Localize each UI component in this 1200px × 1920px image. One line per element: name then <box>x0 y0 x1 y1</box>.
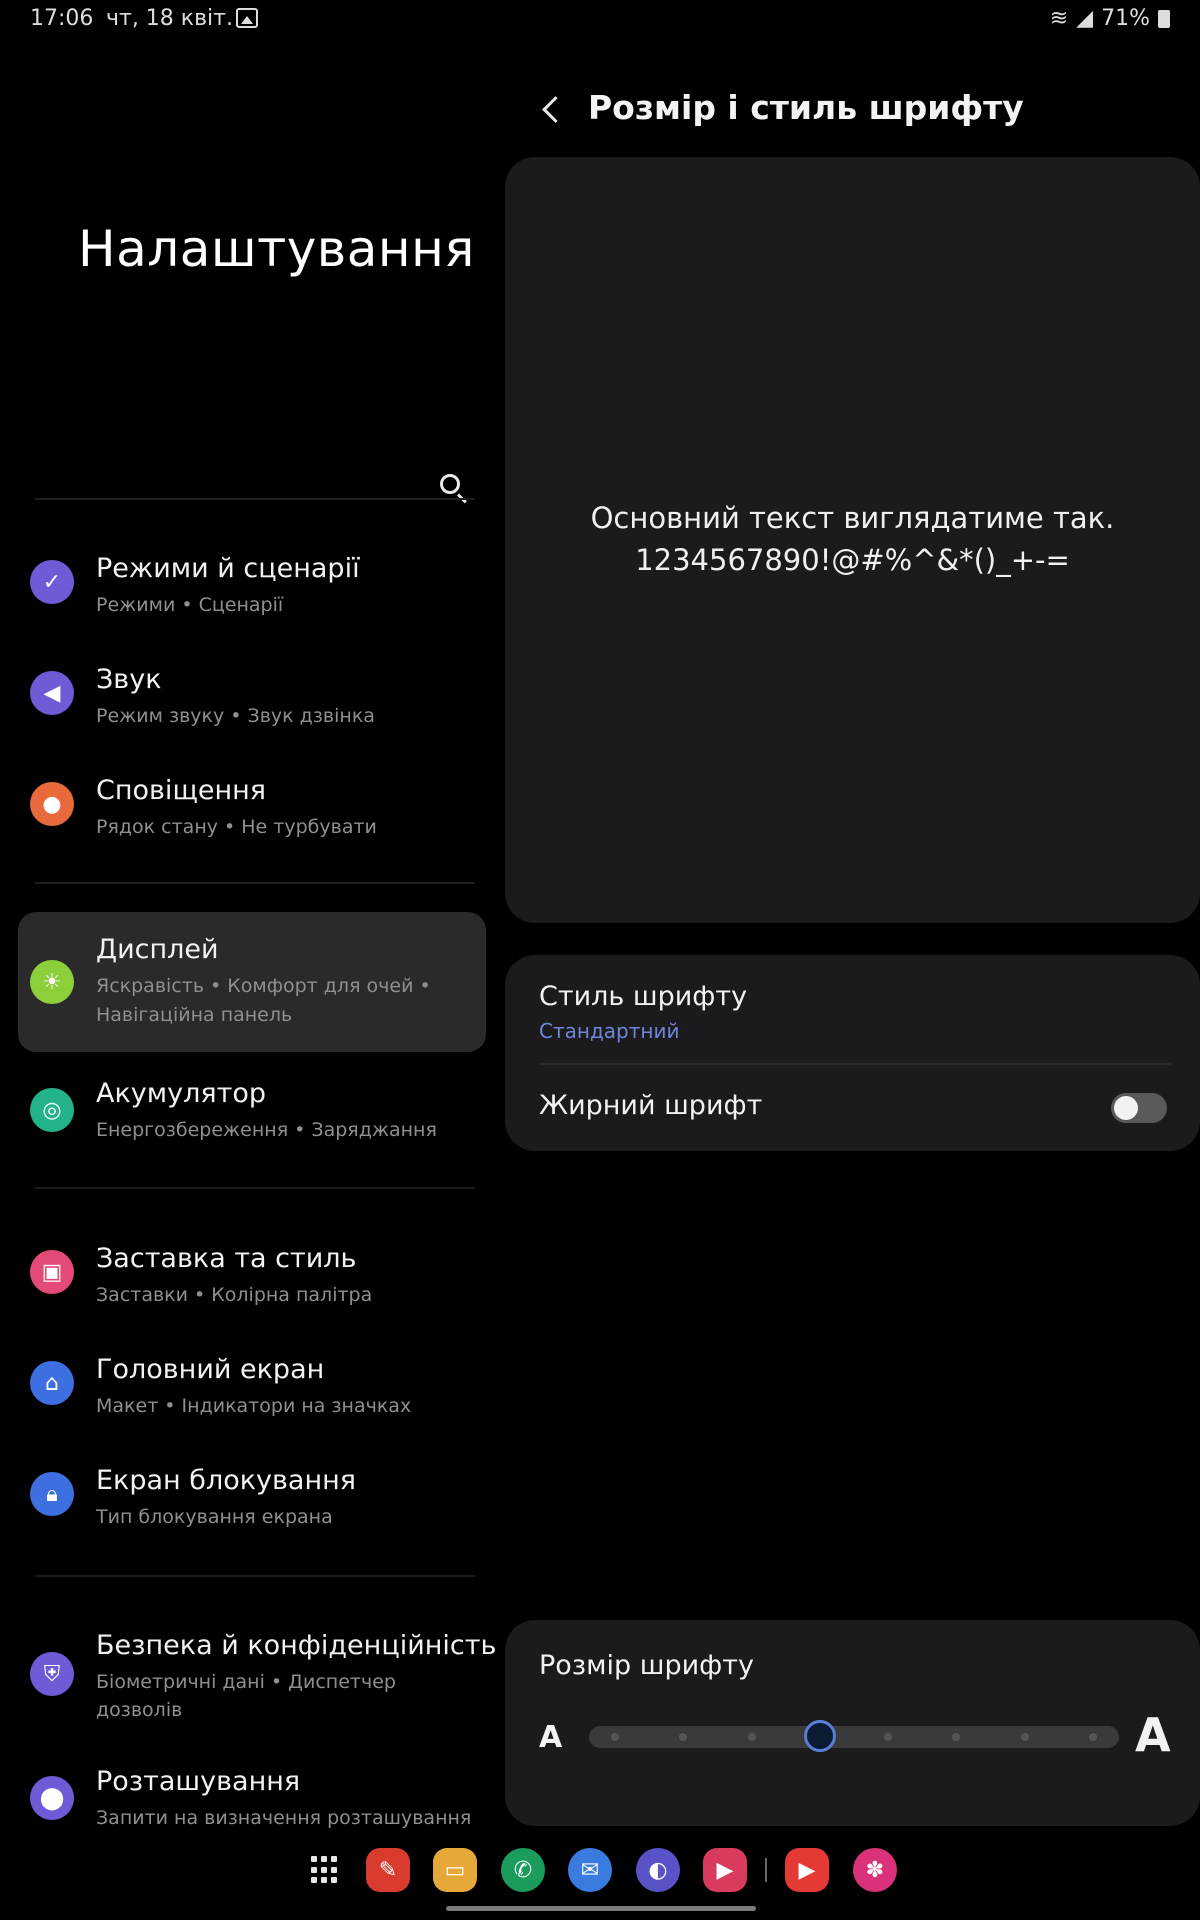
menu-item-subtitle-line2: Навігаційна панель <box>96 1004 293 1026</box>
menu-item-lock-screen[interactable]: 🔒︎ Екран блокування Тип блокування екран… <box>18 1455 486 1555</box>
menu-item-home-screen[interactable]: ⌂ Головний екран Макет • Індикатори на з… <box>18 1344 486 1444</box>
divider <box>539 1063 1171 1065</box>
notifications-icon: ● <box>30 782 74 826</box>
detail-title: Розмір і стиль шрифту <box>588 88 1024 127</box>
font-preview-text: Основний текст виглядатиме так. 12345678… <box>505 497 1200 581</box>
gallery-notification-icon <box>236 8 258 28</box>
menu-item-subtitle: Тип блокування екрана <box>96 1506 333 1528</box>
divider <box>35 1187 475 1189</box>
menu-item-modes[interactable]: ✓ Режими й сценарії Режими • Сценарії <box>18 543 486 643</box>
internet-app-icon[interactable]: ◐ <box>636 1848 680 1892</box>
battery-settings-icon: ◎ <box>30 1088 74 1132</box>
menu-item-title: Режими й сценарії <box>96 553 360 584</box>
menu-item-sound[interactable]: ◀ Звук Режим звуку • Звук дзвінка <box>18 654 486 754</box>
font-size-large-glyph[interactable]: A <box>1135 1708 1171 1762</box>
slider-thumb[interactable] <box>803 1720 836 1752</box>
sound-icon: ◀ <box>30 671 74 715</box>
menu-item-subtitle: Рядок стану • Не турбувати <box>96 816 377 838</box>
page-title: Налаштування <box>78 220 475 278</box>
divider <box>35 882 475 884</box>
battery-percent: 71% <box>1101 6 1150 31</box>
messages-app-icon[interactable]: ✉ <box>568 1848 612 1892</box>
location-icon: ⬤ <box>30 1776 74 1820</box>
menu-item-subtitle-line2: дозволів <box>96 1699 183 1721</box>
menu-item-subtitle: Енергозбереження • Заряджання <box>96 1119 437 1141</box>
bixby-app-icon[interactable]: ✽ <box>853 1848 897 1892</box>
menu-item-subtitle: Запити на визначення розташування <box>96 1807 472 1829</box>
slider-step-dot <box>1020 1733 1029 1741</box>
menu-item-display[interactable]: ☀ Дисплей Яскравість • Комфорт для очей … <box>18 912 486 1052</box>
phone-app-icon[interactable]: ✆ <box>501 1848 545 1892</box>
slider-step-dot <box>884 1733 893 1741</box>
slider-step-dot <box>679 1733 688 1741</box>
signal-icon: ◢ <box>1076 6 1094 31</box>
slider-step-dot <box>611 1733 619 1741</box>
back-button[interactable] <box>538 92 566 128</box>
status-bar: 17:06 чт, 18 квіт. ≋ ◢ 71% <box>0 0 1200 40</box>
files-app-icon[interactable]: ▭ <box>433 1848 477 1892</box>
preview-line-1: Основний текст виглядатиме так. <box>590 501 1115 535</box>
status-date: чт, 18 квіт. <box>106 6 233 31</box>
slider-step-dot <box>1089 1733 1097 1741</box>
menu-item-subtitle: Яскравість • Комфорт для очей • <box>96 975 431 997</box>
menu-item-battery[interactable]: ◎ Акумулятор Енергозбереження • Заряджан… <box>18 1068 486 1168</box>
menu-item-subtitle: Режим звуку • Звук дзвінка <box>96 705 375 727</box>
youtube-app-icon[interactable]: ▶ <box>785 1848 829 1892</box>
home-icon: ⌂ <box>30 1361 74 1405</box>
slider-step-dot <box>952 1733 961 1741</box>
preview-line-2: 1234567890!@#%^&*()_+-= <box>635 543 1070 577</box>
settings-list-pane: Налаштування ✓ Режими й сценарії Режими … <box>0 40 496 1840</box>
wallpaper-icon: ▣ <box>30 1250 74 1294</box>
shield-icon: ⛨ <box>30 1652 74 1696</box>
apps-grid-icon[interactable] <box>311 1856 339 1884</box>
menu-item-title: Розташування <box>96 1766 301 1797</box>
menu-item-subtitle: Режими • Сценарії <box>96 594 284 616</box>
status-indicators: ≋ ◢ 71% <box>1050 6 1170 31</box>
bold-font-toggle[interactable] <box>1111 1093 1167 1123</box>
font-style-card: Стиль шрифту Стандартний Жирний шрифт <box>505 955 1200 1151</box>
menu-item-notifications[interactable]: ● Сповіщення Рядок стану • Не турбувати <box>18 765 486 865</box>
font-style-label: Стиль шрифту <box>539 981 748 1012</box>
notes-app-icon[interactable]: ✎ <box>366 1848 410 1892</box>
font-preview-card: Основний текст виглядатиме так. 12345678… <box>505 157 1200 923</box>
font-size-slider[interactable] <box>589 1720 1119 1752</box>
font-size-small-glyph[interactable]: A <box>539 1720 562 1755</box>
bold-font-label: Жирний шрифт <box>539 1090 763 1121</box>
menu-item-title: Заставка та стиль <box>96 1243 357 1274</box>
modes-icon: ✓ <box>30 560 74 604</box>
menu-item-title: Дисплей <box>96 934 219 965</box>
font-size-card: Розмір шрифту A A <box>505 1620 1200 1826</box>
dock-separator <box>765 1858 767 1882</box>
menu-item-subtitle: Біометричні дані • Диспетчер <box>96 1671 396 1693</box>
menu-item-subtitle: Заставки • Колірна палітра <box>96 1284 373 1306</box>
menu-item-title: Безпека й конфіденційність <box>96 1630 497 1661</box>
app-dock: ✎ ▭ ✆ ✉ ◐ ▶ ▶ ✽ <box>0 1848 1200 1904</box>
status-time: 17:06 <box>30 6 94 31</box>
menu-item-subtitle: Макет • Індикатори на значках <box>96 1395 412 1417</box>
display-icon: ☀ <box>30 960 74 1004</box>
slider-step-dot <box>747 1733 756 1741</box>
menu-item-title: Акумулятор <box>96 1078 266 1109</box>
menu-item-title: Сповіщення <box>96 775 267 806</box>
navigation-handle[interactable] <box>446 1906 756 1911</box>
lock-icon: 🔒︎ <box>30 1472 74 1516</box>
menu-item-title: Головний екран <box>96 1354 325 1385</box>
menu-item-location[interactable]: ⬤ Розташування Запити на визначення розт… <box>18 1760 486 1850</box>
divider <box>35 1575 475 1577</box>
menu-item-wallpaper[interactable]: ▣ Заставка та стиль Заставки • Колірна п… <box>18 1233 486 1333</box>
menu-item-title: Звук <box>96 664 162 695</box>
screen-recorder-app-icon[interactable]: ▶ <box>703 1848 747 1892</box>
divider <box>35 498 475 500</box>
menu-item-security[interactable]: ⛨ Безпека й конфіденційність Біометричні… <box>18 1620 496 1750</box>
font-style-value: Стандартний <box>539 1019 680 1043</box>
font-size-label: Розмір шрифту <box>539 1650 754 1681</box>
search-icon[interactable] <box>438 472 472 506</box>
menu-item-title: Екран блокування <box>96 1465 357 1496</box>
toggle-knob <box>1114 1096 1138 1120</box>
wifi-icon: ≋ <box>1049 6 1069 31</box>
battery-icon <box>1158 9 1170 28</box>
